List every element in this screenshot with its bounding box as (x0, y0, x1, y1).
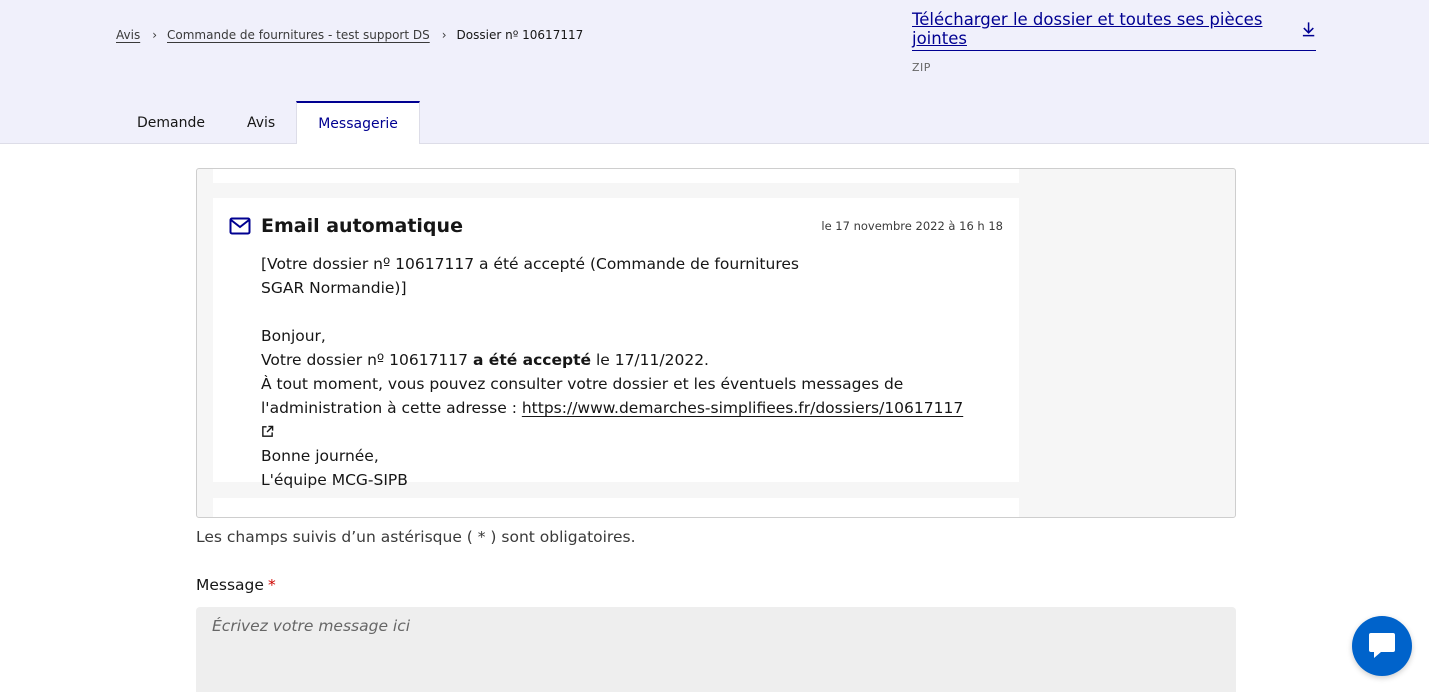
message-body-line: l'administration à cette adresse : https… (261, 396, 981, 444)
message-greeting: Bonjour, (261, 327, 326, 345)
required-asterisk: * (267, 576, 276, 594)
chevron-right-icon: › (152, 28, 158, 42)
breadcrumb-link-procedure[interactable]: Commande de fournitures - test support D… (167, 28, 430, 42)
message-subject-line: SGAR Normandie)] (261, 279, 407, 297)
required-fields-note: Les champs suivis d’un astérisque ( * ) … (196, 528, 636, 546)
message-status-line: Votre dossier nº 10617117 a été accepté … (261, 351, 709, 369)
download-format: ZIP (912, 61, 931, 74)
message-signature: L'équipe MCG-SIPB (261, 471, 408, 489)
download-icon (1302, 22, 1315, 37)
breadcrumb-current: Dossier nº 10617117 (456, 28, 584, 42)
mail-icon (229, 217, 251, 235)
message-date: le 17 novembre 2022 à 16 h 18 (821, 219, 1003, 233)
previous-message-card (213, 169, 1019, 183)
tab-messagerie[interactable]: Messagerie (296, 101, 420, 144)
message-field-label: Message * (196, 576, 276, 594)
tab-bar: Demande Avis Messagerie (116, 101, 420, 144)
page-header: Avis › Commande de fournitures - test su… (0, 0, 1429, 144)
external-link-icon (262, 425, 274, 437)
next-message-card (213, 498, 1019, 517)
message-title: Email automatique (229, 215, 463, 237)
message-body-line: À tout moment, vous pouvez consulter vot… (261, 375, 904, 393)
download-label: Télécharger le dossier et toutes ses piè… (912, 10, 1263, 48)
breadcrumb-link-avis[interactable]: Avis (116, 28, 140, 42)
message-subject-line: [Votre dossier nº 10617117 a été accepté… (261, 255, 799, 273)
tab-avis[interactable]: Avis (226, 101, 296, 144)
download-section: Télécharger le dossier et toutes ses piè… (912, 10, 1316, 74)
chevron-right-icon: › (441, 28, 447, 42)
chat-bubble-icon (1369, 633, 1395, 658)
message-status-bold: a été accepté (472, 351, 592, 369)
tab-demande[interactable]: Demande (116, 101, 226, 144)
message-closing: Bonne journée, (261, 447, 379, 465)
breadcrumb: Avis › Commande de fournitures - test su… (116, 28, 583, 42)
chat-support-button[interactable] (1352, 616, 1412, 676)
message-textarea[interactable] (196, 607, 1236, 692)
message-thread[interactable]: Email automatique le 17 novembre 2022 à … (196, 168, 1236, 518)
message-body: [Votre dossier nº 10617117 a été accepté… (261, 252, 981, 492)
download-dossier-link[interactable]: Télécharger le dossier et toutes ses piè… (912, 10, 1316, 51)
message-title-text: Email automatique (261, 215, 463, 237)
message-card: Email automatique le 17 novembre 2022 à … (213, 198, 1019, 489)
message-header: Email automatique le 17 novembre 2022 à … (229, 215, 1003, 237)
